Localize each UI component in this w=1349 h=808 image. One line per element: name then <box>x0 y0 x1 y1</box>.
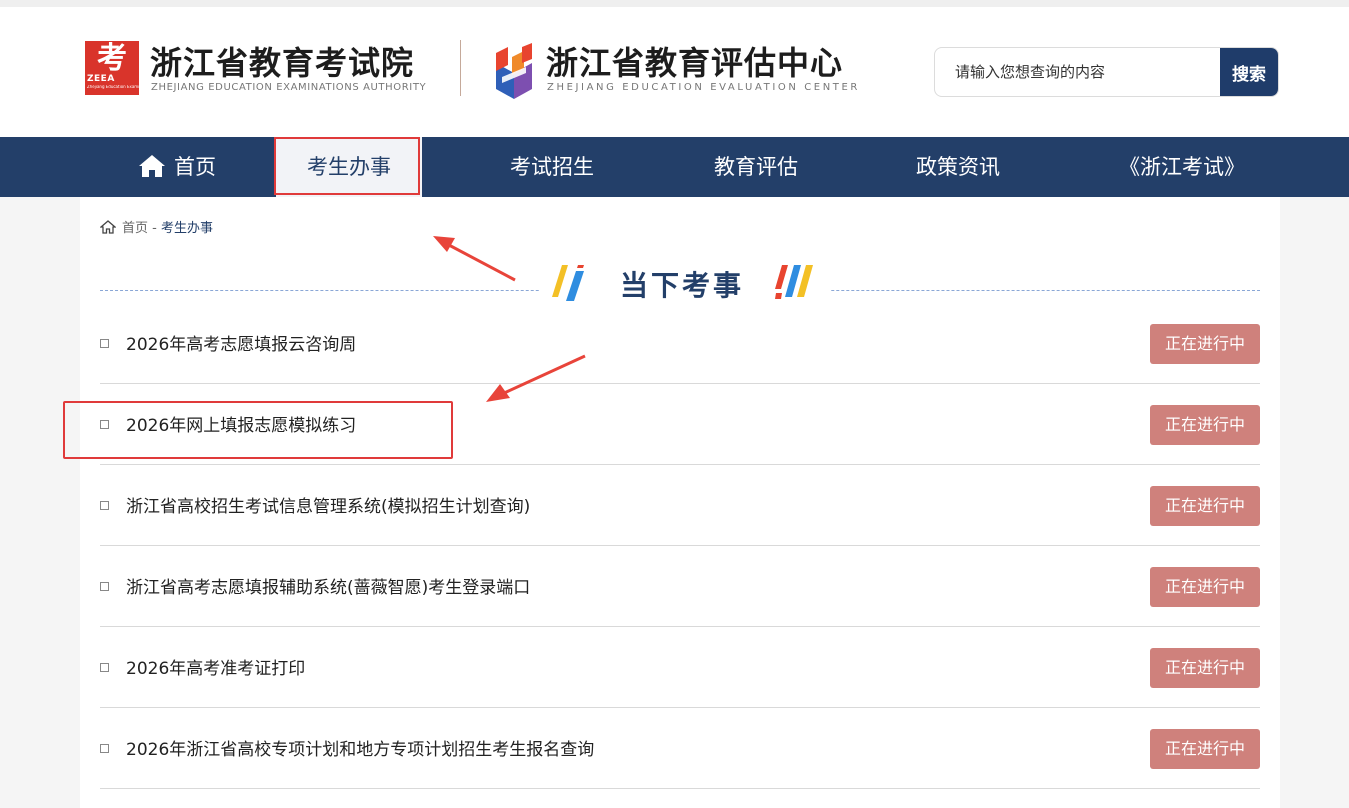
bullet-icon <box>100 744 109 753</box>
list-item-title[interactable]: 浙江省高考志愿填报辅助系统(蔷薇智愿)考生登录端口 <box>126 573 530 598</box>
breadcrumb-current[interactable]: 考生办事 <box>161 221 213 236</box>
exam-authority-title[interactable]: 浙江省教育考试院 <box>150 38 414 84</box>
search-button[interactable]: 搜索 <box>1220 48 1278 96</box>
section-header: 当下考事 <box>540 256 830 306</box>
list-item-title[interactable]: 2026年网上填报志愿模拟练习 <box>126 411 356 436</box>
zeea-logo[interactable]: 考 ZEEA Zhejiang Education Examinations A… <box>85 41 139 95</box>
breadcrumb-home[interactable]: 首页 <box>122 221 148 236</box>
breadcrumb: 首页 - 考生办事 <box>100 217 213 236</box>
main-nav: 首页 考生办事 考试招生 教育评估 政策资讯 《浙江考试》 <box>0 137 1349 197</box>
bullet-icon <box>100 420 109 429</box>
list-item-title[interactable]: 浙江省高校招生考试信息管理系统(模拟招生计划查询) <box>126 492 530 517</box>
list-item-title[interactable]: 2026年高考志愿填报云咨询周 <box>126 330 356 355</box>
nav-item-policy-news[interactable]: 政策资讯 <box>858 137 1058 197</box>
list-item[interactable]: 浙江省高校招生考试信息管理系统(模拟招生计划查询) 正在进行中 <box>100 465 1260 546</box>
search-box: 搜索 <box>934 47 1279 97</box>
top-strip <box>0 0 1349 7</box>
status-badge[interactable]: 正在进行中 <box>1150 486 1260 526</box>
list-item[interactable]: 浙江省高考志愿填报辅助系统(蔷薇智愿)考生登录端口 正在进行中 <box>100 546 1260 627</box>
bullet-icon <box>100 663 109 672</box>
list-item[interactable]: 2026年网上填报志愿模拟练习 正在进行中 <box>100 384 1260 465</box>
evaluation-center-title[interactable]: 浙江省教育评估中心 <box>546 38 843 84</box>
exam-authority-subtitle: ZHEJIANG EDUCATION EXAMINATIONS AUTHORIT… <box>151 82 427 93</box>
section-title: 当下考事 <box>620 269 745 302</box>
breadcrumb-separator: - <box>152 221 157 236</box>
status-badge[interactable]: 正在进行中 <box>1150 729 1260 769</box>
nav-item-zhejiang-exam-magazine[interactable]: 《浙江考试》 <box>1082 137 1282 197</box>
bullet-icon <box>100 582 109 591</box>
nav-item-home[interactable]: 首页 <box>80 137 274 197</box>
list-item[interactable]: 2026年高考准考证打印 正在进行中 <box>100 627 1260 708</box>
evaluation-center-subtitle: ZHEJIANG EDUCATION EVALUATION CENTER <box>547 82 860 93</box>
status-badge[interactable]: 正在进行中 <box>1150 648 1260 688</box>
home-icon <box>139 155 165 177</box>
zeea-logo-glyph: 考 <box>97 41 127 76</box>
nav-item-education-evaluation[interactable]: 教育评估 <box>656 137 856 197</box>
breadcrumb-home-icon <box>100 220 116 234</box>
list-item-title[interactable]: 2026年浙江省高校专项计划和地方专项计划招生考生报名查询 <box>126 735 594 760</box>
search-input[interactable] <box>935 48 1222 96</box>
list-item[interactable]: 2026年高考志愿填报云咨询周 正在进行中 <box>100 303 1260 384</box>
evaluation-center-logo-icon[interactable] <box>492 43 536 99</box>
bullet-icon <box>100 339 109 348</box>
zeea-logo-tiny: Zhejiang Education Examinations Authorit… <box>87 85 139 89</box>
nav-item-exam-admissions[interactable]: 考试招生 <box>452 137 652 197</box>
bullet-icon <box>100 501 109 510</box>
status-badge[interactable]: 正在进行中 <box>1150 405 1260 445</box>
header-divider <box>460 40 461 96</box>
list-item[interactable]: 2026年浙江省高校专项计划和地方专项计划招生考生报名查询 正在进行中 <box>100 708 1260 789</box>
status-badge[interactable]: 正在进行中 <box>1150 324 1260 364</box>
slash-deco-icon <box>775 265 813 299</box>
list-item-title[interactable]: 2026年高考准考证打印 <box>126 654 305 679</box>
nav-item-home-label: 首页 <box>174 155 216 179</box>
slash-deco-icon <box>552 265 584 301</box>
zeea-logo-abbr: ZEEA <box>87 74 115 84</box>
nav-item-candidate-services[interactable]: 考生办事 <box>276 137 422 197</box>
status-badge[interactable]: 正在进行中 <box>1150 567 1260 607</box>
